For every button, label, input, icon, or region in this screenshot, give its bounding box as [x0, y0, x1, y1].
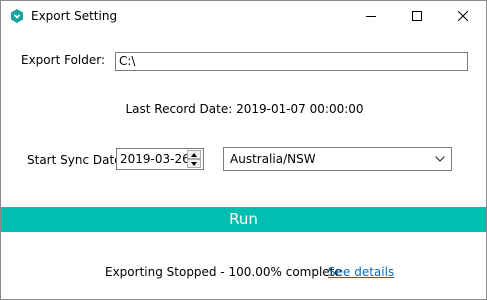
start-sync-date-picker[interactable]: 2019-03-26	[116, 148, 204, 170]
triangle-up-icon	[191, 153, 197, 157]
see-details-link[interactable]: See details	[328, 265, 394, 279]
maximize-button[interactable]	[394, 1, 440, 31]
chevron-down-icon[interactable]	[435, 156, 445, 162]
close-icon	[458, 11, 468, 21]
export-setting-window: Export Setting Export Folder: C:\ Last R…	[0, 0, 487, 300]
spin-down-button[interactable]	[187, 159, 201, 168]
timezone-value: Australia/NSW	[230, 152, 316, 166]
maximize-icon	[412, 11, 422, 21]
minimize-icon	[366, 16, 376, 17]
title-bar[interactable]: Export Setting	[1, 1, 486, 31]
export-folder-label: Export Folder:	[21, 53, 106, 67]
window-title: Export Setting	[31, 9, 118, 23]
spin-up-button[interactable]	[187, 150, 201, 159]
timezone-dropdown[interactable]: Australia/NSW	[223, 147, 452, 171]
export-status-text: Exporting Stopped - 100.00% complete	[105, 265, 342, 279]
last-record-date-text: Last Record Date: 2019-01-07 00:00:00	[125, 102, 364, 116]
hexagon-app-icon	[11, 9, 23, 23]
date-spinner[interactable]	[187, 150, 201, 168]
start-sync-date-label: Start Sync Date:	[27, 153, 126, 167]
triangle-down-icon	[191, 162, 197, 166]
export-folder-input[interactable]: C:\	[115, 52, 468, 71]
minimize-button[interactable]	[348, 1, 394, 31]
run-button[interactable]: Run	[1, 207, 486, 232]
close-button[interactable]	[440, 1, 486, 31]
start-sync-date-value[interactable]: 2019-03-26	[120, 152, 190, 166]
